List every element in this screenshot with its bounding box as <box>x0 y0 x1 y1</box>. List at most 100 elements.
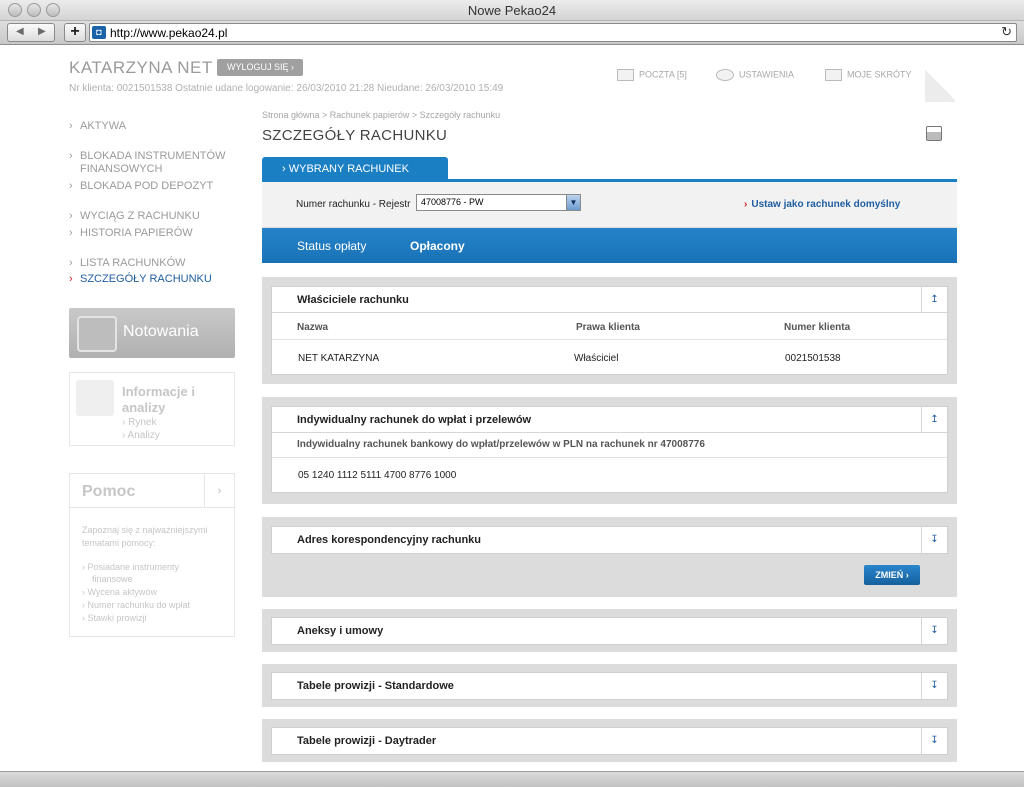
notowania-button[interactable]: Notowania <box>69 308 235 358</box>
owner-rights: Właściciel <box>574 353 619 364</box>
shortcut-icon <box>825 69 842 81</box>
tab-selected-account[interactable]: › WYBRANY RACHUNEK <box>262 157 448 181</box>
reload-icon[interactable]: ↻ <box>1001 24 1012 40</box>
owner-name: NET KATARZYNA <box>298 353 380 364</box>
address-title: Adres korespondencyjny rachunku <box>297 534 481 546</box>
fee-status-bar: Status opłaty Opłacony <box>262 228 957 263</box>
individual-account-subtitle: Indywidualny rachunek bankowy do wpłat/p… <box>297 439 705 450</box>
breadcrumb[interactable]: Strona główna > Rachunek papierów > Szcz… <box>262 110 500 120</box>
sidebar-item-blokada-depozyt[interactable]: › BLOKADA POD DEPOZYT <box>69 180 213 192</box>
help-link-instruments[interactable]: › Posiadane instrumenty <box>82 561 179 573</box>
chevron-down-icon[interactable]: ▼ <box>566 195 580 210</box>
window-titlebar: Nowe Pekao24 <box>0 0 1024 21</box>
user-name: KATARZYNA NET <box>69 58 213 77</box>
status-label: Status opłaty <box>297 239 367 253</box>
logout-button[interactable]: WYLOGUJ SIĘ › <box>217 59 303 76</box>
forward-icon[interactable]: ▶ <box>38 26 46 37</box>
annex-title: Aneksy i umowy <box>297 625 384 637</box>
status-value: Opłacony <box>410 239 465 253</box>
annex-header[interactable]: Aneksy i umowy ↧ <box>272 618 947 644</box>
browser-toolbar: ◀ ▶ + ◘ http://www.pekao24.pl ↻ <box>0 21 1024 45</box>
fees-daytrader-header[interactable]: Tabele prowizji - Daytrader ↧ <box>272 728 947 754</box>
owners-title: Właściciele rachunku <box>297 294 409 306</box>
chevron-right-icon[interactable]: › <box>204 474 234 508</box>
page-title: SZCZEGÓŁY RACHUNKU <box>262 127 448 144</box>
info-link-rynek[interactable]: › Rynek <box>122 417 156 428</box>
account-label: Numer rachunku - Rejestr <box>296 199 411 210</box>
individual-account-number: 05 1240 1112 5111 4700 8776 1000 <box>298 470 457 481</box>
url-text: http://www.pekao24.pl <box>110 26 228 40</box>
fees-standard-header[interactable]: Tabele prowizji - Standardowe ↧ <box>272 673 947 699</box>
sidebar-item-blokada-instrumentow[interactable]: › BLOKADA INSTRUMENTÓW <box>69 150 225 162</box>
set-default-account-link[interactable]: › Ustaw jako rachunek domyślny <box>744 199 900 210</box>
divider <box>272 457 947 458</box>
mail-icon <box>617 69 634 81</box>
gears-icon <box>716 69 734 81</box>
info-title[interactable]: Informacje i analizy <box>122 384 195 416</box>
sidebar-item-blokada-instrumentow-cont[interactable]: FINANSOWYCH <box>80 163 163 175</box>
fees-daytrader-card: Tabele prowizji - Daytrader ↧ <box>271 727 948 755</box>
annex-section: Aneksy i umowy ↧ <box>262 609 957 652</box>
sidebar-item-wyciag[interactable]: › WYCIĄG Z RACHUNKU <box>69 210 200 222</box>
chart-icon <box>77 316 117 352</box>
collapse-icon[interactable]: ↥ <box>921 287 947 313</box>
help-header[interactable]: Pomoc › <box>70 474 234 508</box>
arrow-right-icon: › <box>744 199 748 210</box>
fees-daytrader-title: Tabele prowizji - Daytrader <box>297 735 437 747</box>
fees-standard-card: Tabele prowizji - Standardowe ↧ <box>271 672 948 700</box>
column-header-rights: Prawa klienta <box>576 322 640 333</box>
fees-standard-section: Tabele prowizji - Standardowe ↧ <box>262 664 957 707</box>
divider <box>272 339 947 340</box>
info-analysis-box: Informacje i analizy › Rynek › Analizy <box>69 372 235 446</box>
address-card: Adres korespondencyjny rachunku ↧ <box>271 526 948 554</box>
help-title: Pomoc <box>82 483 136 500</box>
expand-icon[interactable]: ↧ <box>921 527 947 553</box>
help-link-account-number[interactable]: › Numer rachunku do wpłat <box>82 599 190 611</box>
help-link-fees[interactable]: › Stawki prowizji <box>82 612 147 624</box>
expand-icon[interactable]: ↧ <box>921 618 947 644</box>
address-bar[interactable]: ◘ http://www.pekao24.pl ↻ <box>89 23 1017 42</box>
window-title: Nowe Pekao24 <box>467 3 557 18</box>
fees-standard-title: Tabele prowizji - Standardowe <box>297 680 454 692</box>
client-info: Nr klienta: 0021501538 Ostatnie udane lo… <box>69 83 504 94</box>
mail-link[interactable]: POCZTA [5] <box>617 69 687 81</box>
change-address-button[interactable]: ZMIEŃ › <box>864 565 920 585</box>
column-header-client-number: Numer klienta <box>784 322 851 333</box>
help-link-valuation[interactable]: › Wycena aktywów <box>82 586 157 598</box>
expand-icon[interactable]: ↧ <box>921 728 947 754</box>
annex-card: Aneksy i umowy ↧ <box>271 617 948 645</box>
fees-daytrader-section: Tabele prowizji - Daytrader ↧ <box>262 719 957 762</box>
owners-header: Właściciele rachunku ↥ <box>272 287 947 313</box>
page-content: KATARZYNA NET WYLOGUJ SIĘ › Nr klienta: … <box>0 46 1024 771</box>
help-link-instruments-cont[interactable]: finansowe <box>92 573 133 585</box>
sidebar-item-lista-rachunkow[interactable]: › LISTA RACHUNKÓW <box>69 257 186 269</box>
column-header-name: Nazwa <box>297 322 329 333</box>
shortcuts-link[interactable]: MOJE SKRÓTY <box>825 69 912 81</box>
individual-account-title: Indywidualny rachunek do wpłat i przelew… <box>297 414 532 426</box>
account-select-value: 47008776 - PW <box>421 197 484 207</box>
settings-link[interactable]: USTAWIENIA <box>716 69 794 81</box>
analysis-chart-icon <box>76 380 114 416</box>
expand-icon[interactable]: ↧ <box>921 673 947 699</box>
individual-account-header: Indywidualny rachunek do wpłat i przelew… <box>272 407 947 433</box>
owners-card: Właściciele rachunku ↥ Nazwa Prawa klien… <box>271 286 948 375</box>
address-header[interactable]: Adres korespondencyjny rachunku ↧ <box>272 527 947 553</box>
account-select[interactable]: 47008776 - PW ▼ <box>416 194 581 211</box>
history-buttons: ◀ ▶ <box>7 23 55 42</box>
help-box: Pomoc › Zapoznaj się z najważniejszymi t… <box>69 473 235 637</box>
collapse-icon[interactable]: ↥ <box>921 407 947 433</box>
owners-section: Właściciele rachunku ↥ Nazwa Prawa klien… <box>262 277 957 384</box>
info-link-analizy[interactable]: › Analizy <box>122 430 160 441</box>
address-section: Adres korespondencyjny rachunku ↧ ZMIEŃ … <box>262 517 957 597</box>
sidebar-item-szczegoly[interactable]: › SZCZEGÓŁY RACHUNKU <box>69 273 212 285</box>
help-intro: Zapoznaj się z najważniejszymi tematami … <box>82 525 208 548</box>
individual-account-section: Indywidualny rachunek do wpłat i przelew… <box>262 397 957 504</box>
notowania-label: Notowania <box>123 323 199 340</box>
account-selector-box: Numer rachunku - Rejestr 47008776 - PW ▼… <box>262 182 957 228</box>
sidebar-item-aktywa[interactable]: › AKTYWA <box>69 120 126 132</box>
sidebar-item-historia[interactable]: › HISTORIA PAPIERÓW <box>69 227 193 239</box>
add-bookmark-button[interactable]: + <box>64 23 86 42</box>
print-icon[interactable] <box>926 126 942 141</box>
page-corner <box>925 68 955 102</box>
back-icon[interactable]: ◀ <box>16 26 24 37</box>
